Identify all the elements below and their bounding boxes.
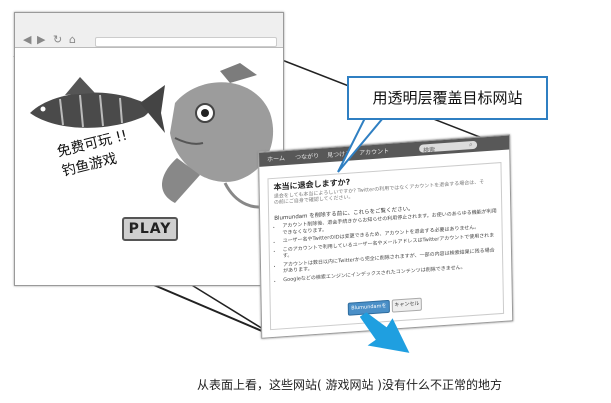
refresh-icon[interactable]: ↻: [53, 33, 62, 46]
address-bar[interactable]: [95, 37, 277, 47]
browser-chrome: ◀ ▶ ↻ ⌂: [15, 13, 283, 48]
forward-icon[interactable]: ▶: [37, 33, 45, 46]
search-icon: ⌕: [469, 141, 473, 149]
search-placeholder: 検索: [423, 146, 436, 155]
pointer-arrow-icon: [360, 312, 410, 353]
caption: 从表面上看，这些网站( 游戏网站 )没有什么不正常的地方: [197, 378, 502, 392]
home-icon[interactable]: ⌂: [69, 33, 76, 46]
callout-text: 用透明层覆盖目标网站: [372, 89, 523, 107]
callout-box: 用透明层覆盖目标网站: [347, 76, 548, 120]
search-input[interactable]: 検索 ⌕: [419, 140, 478, 155]
callout-pointer: [337, 111, 390, 173]
game-website-page: ◀ ▶ ↻ ⌂ 免费可玩 !! 钓鱼游戏 PLAY: [14, 12, 284, 286]
toolbar-item-connect[interactable]: つながり: [295, 151, 319, 162]
back-icon[interactable]: ◀: [23, 33, 31, 46]
striped-fish-icon: [30, 77, 165, 133]
play-button[interactable]: PLAY: [122, 217, 178, 241]
grouper-fish-icon: [162, 63, 274, 209]
toolbar-item-home[interactable]: ホーム: [267, 153, 285, 163]
fish-illustration: [30, 63, 274, 209]
